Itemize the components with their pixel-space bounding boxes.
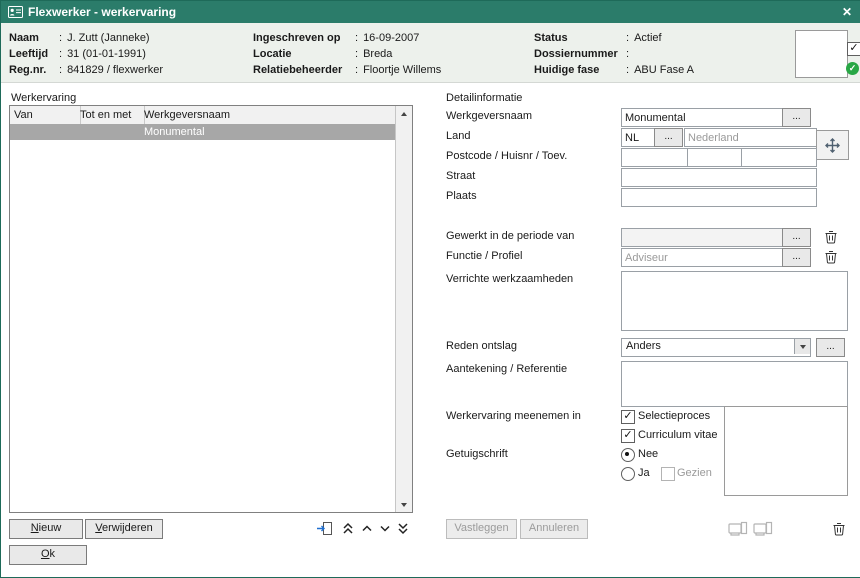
four-arrows-icon	[824, 137, 841, 154]
trash-icon	[824, 249, 838, 264]
toevoeging-input[interactable]	[741, 148, 817, 167]
flexwerker-werkervaring-dialog: Flexwerker - werkervaring ✕ Naam:J. Zutt…	[0, 0, 860, 578]
werkervaring-table: Van Tot en met Werkgeversnaam Monumental	[9, 105, 413, 513]
status-ok-icon: ✓	[846, 62, 859, 75]
getuigschrift-nee-label: Nee	[638, 447, 658, 461]
functie-label: Functie / Profiel	[446, 248, 522, 265]
reden-ontslag-lookup-button[interactable]: ...	[816, 338, 845, 357]
header-naam: Naam:J. Zutt (Janneke)	[9, 30, 150, 46]
close-icon[interactable]: ✕	[838, 1, 856, 23]
first-record-icon[interactable]	[341, 520, 355, 536]
scroll-up-icon[interactable]	[397, 107, 410, 120]
curriculum-vitae-label: Curriculum vitae	[638, 428, 717, 442]
werkzaamheden-textarea[interactable]	[621, 271, 848, 331]
attachment-delete-button[interactable]	[831, 520, 847, 536]
aantekening-label: Aantekening / Referentie	[446, 361, 567, 378]
header-huidige-fase: Huidige fase:ABU Fase A	[534, 62, 694, 78]
column-tot-en-met[interactable]: Tot en met	[76, 106, 145, 124]
titlebar[interactable]: Flexwerker - werkervaring ✕	[1, 1, 860, 23]
functie-delete-button[interactable]	[823, 248, 839, 265]
column-werkgeversnaam[interactable]: Werkgeversnaam	[140, 106, 398, 124]
land-lookup-button[interactable]: ...	[654, 128, 683, 147]
getuigschrift-preview-box	[724, 406, 848, 496]
header-regnr: Reg.nr.:841829 / flexwerker	[9, 62, 163, 78]
window-title: Flexwerker - werkervaring	[28, 1, 176, 23]
table-header: Van Tot en met Werkgeversnaam	[10, 106, 396, 125]
header-relatiebeheerder: Relatiebeheerder:Floortje Willems	[253, 62, 441, 78]
vastleggen-button[interactable]: Vastleggen	[446, 519, 517, 539]
trash-icon	[832, 521, 846, 536]
selectieproces-label: Selectieproces	[638, 409, 710, 423]
annuleren-button[interactable]: Annuleren	[520, 519, 588, 539]
nieuw-button[interactable]: Nieuw	[9, 519, 83, 539]
getuigschrift-nee-radio[interactable]	[621, 448, 635, 462]
functie-input[interactable]	[621, 248, 786, 267]
photo-placeholder	[795, 30, 848, 78]
reden-ontslag-select[interactable]: Anders	[621, 338, 811, 357]
curriculum-vitae-checkbox[interactable]: ✓	[621, 429, 635, 443]
periode-label: Gewerkt in de periode van	[446, 228, 574, 245]
plaats-label: Plaats	[446, 188, 477, 205]
print-icon[interactable]	[727, 520, 748, 536]
header-checkbox[interactable]: ✓	[847, 42, 860, 56]
straat-input[interactable]	[621, 168, 817, 187]
header-leeftijd: Leeftijd:31 (01-01-1991)	[9, 46, 146, 62]
periode-lookup-button[interactable]: ...	[782, 228, 811, 247]
werkgeversnaam-lookup-button[interactable]: ...	[782, 108, 811, 127]
getuigschrift-label: Getuigschrift	[446, 446, 508, 463]
header-status: Status:Actief	[534, 30, 662, 46]
reden-ontslag-label: Reden ontslag	[446, 338, 517, 355]
land-label: Land	[446, 128, 470, 145]
postcode-label: Postcode / Huisnr / Toev.	[446, 148, 567, 165]
table-row[interactable]: Monumental	[10, 124, 396, 140]
aantekening-textarea[interactable]	[621, 361, 848, 407]
last-record-icon[interactable]	[396, 520, 410, 536]
getuigschrift-ja-label: Ja	[638, 466, 650, 480]
previous-record-icon[interactable]	[360, 520, 374, 536]
straat-label: Straat	[446, 168, 475, 185]
vertical-scrollbar[interactable]	[395, 106, 412, 512]
werkzaamheden-label: Verrichte werkzaamheden	[446, 271, 573, 288]
huisnr-input[interactable]	[687, 148, 746, 167]
flexwerker-card-icon	[8, 5, 23, 19]
scroll-down-icon[interactable]	[397, 498, 410, 511]
dropdown-arrow-icon	[794, 339, 810, 354]
flexwerker-header: Naam:J. Zutt (Janneke) Leeftijd:31 (01-0…	[1, 23, 860, 83]
meenemen-label: Werkervaring meenemen in	[446, 408, 581, 425]
periode-input[interactable]	[621, 228, 786, 247]
trash-icon	[824, 229, 838, 244]
plaats-input[interactable]	[621, 188, 817, 207]
getuigschrift-ja-radio[interactable]	[621, 467, 635, 481]
selectieproces-checkbox[interactable]: ✓	[621, 410, 635, 424]
verwijderen-button[interactable]: Verwijderen	[85, 519, 163, 539]
ok-button[interactable]: Ok	[9, 545, 87, 565]
werkgeversnaam-label: Werkgeversnaam	[446, 108, 532, 125]
scan-icon[interactable]	[752, 520, 773, 536]
column-van[interactable]: Van	[10, 106, 81, 124]
werkervaring-section-title: Werkervaring	[11, 91, 76, 105]
header-dossiernummer: Dossiernummer:	[534, 46, 634, 62]
land-naam-input[interactable]	[684, 128, 817, 147]
detail-section-title: Detailinformatie	[446, 91, 522, 105]
functie-lookup-button[interactable]: ...	[782, 248, 811, 267]
gezien-label: Gezien	[677, 466, 712, 480]
next-record-icon[interactable]	[378, 520, 392, 536]
gezien-checkbox[interactable]	[661, 467, 675, 481]
postcode-input[interactable]	[621, 148, 692, 167]
periode-delete-button[interactable]	[823, 228, 839, 245]
map-route-button[interactable]	[816, 130, 849, 160]
new-record-icon[interactable]	[315, 520, 333, 536]
header-ingeschreven-op: Ingeschreven op:16-09-2007	[253, 30, 419, 46]
header-locatie: Locatie:Breda	[253, 46, 392, 62]
werkgeversnaam-input[interactable]	[621, 108, 786, 127]
